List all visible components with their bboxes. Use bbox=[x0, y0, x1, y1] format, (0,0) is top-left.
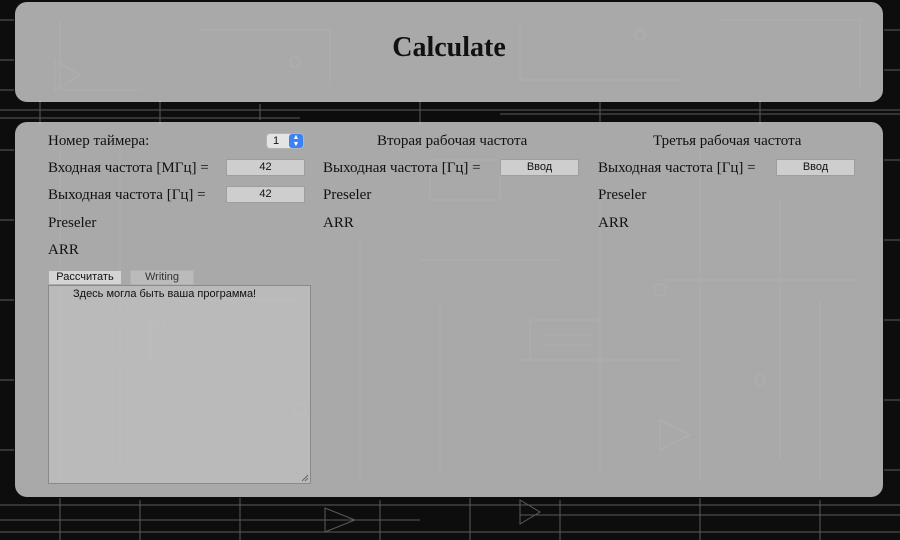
output-frequency-field-2[interactable]: Ввод bbox=[500, 159, 579, 176]
output-frequency-field-1[interactable]: 42 bbox=[226, 186, 305, 203]
arr-label-1: ARR bbox=[48, 242, 79, 258]
output-frequency-label-1: Выходная частота [Гц] = bbox=[48, 187, 206, 203]
program-output-text: Здесь могла быть ваша программа! bbox=[73, 288, 257, 300]
preseler-label-3: Preseler bbox=[598, 187, 647, 203]
writing-button[interactable]: Writing bbox=[130, 270, 194, 285]
arr-label-2: ARR bbox=[323, 215, 354, 231]
second-frequency-title: Вторая рабочая частота bbox=[377, 133, 528, 149]
input-frequency-label: Входная частота [МГц] = bbox=[48, 160, 209, 176]
resize-grip-icon[interactable] bbox=[301, 474, 309, 482]
arr-label-3: ARR bbox=[598, 215, 629, 231]
calculate-button[interactable]: Рассчитать bbox=[48, 270, 122, 285]
timer-number-value: 1 bbox=[273, 135, 280, 147]
chevron-updown-icon: ▲ ▼ bbox=[289, 134, 303, 148]
timer-number-select[interactable]: 1 ▲ ▼ bbox=[266, 133, 304, 149]
page-title: Calculate bbox=[392, 32, 506, 63]
program-output-textarea[interactable]: Здесь могла быть ваша программа! bbox=[48, 285, 311, 484]
output-frequency-field-3[interactable]: Ввод bbox=[776, 159, 855, 176]
third-frequency-title: Третья рабочая частота bbox=[653, 133, 802, 149]
input-frequency-field[interactable]: 42 bbox=[226, 159, 305, 176]
output-frequency-label-3: Выходная частота [Гц] = bbox=[598, 160, 756, 176]
preseler-label-2: Preseler bbox=[323, 187, 372, 203]
output-frequency-label-2: Выходная частота [Гц] = bbox=[323, 160, 481, 176]
calculator-panel: Номер таймера: 1 ▲ ▼ Входная частота [МГц… bbox=[15, 122, 883, 497]
timer-number-label: Номер таймера: bbox=[48, 133, 150, 149]
header-panel: Calculate bbox=[15, 2, 883, 102]
preseler-label-1: Preseler bbox=[48, 215, 97, 231]
